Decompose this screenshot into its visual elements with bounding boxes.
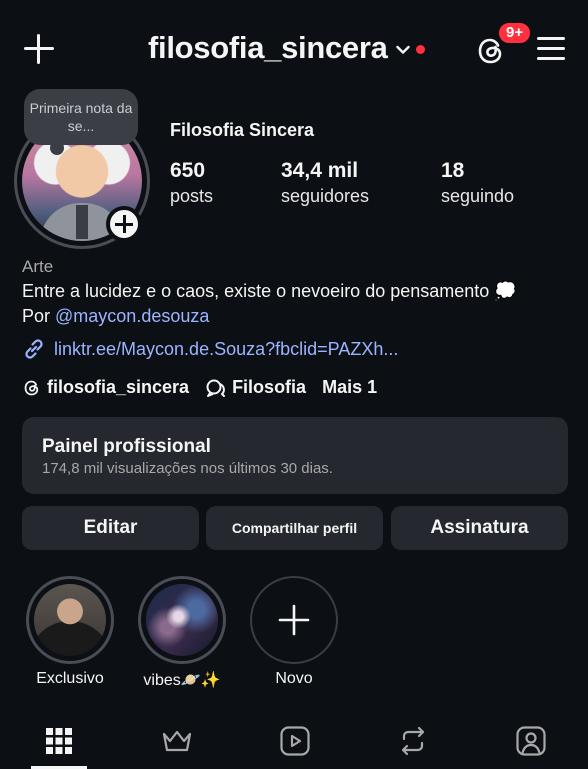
channel-chip-label: Filosofia (232, 377, 307, 397)
highlight-cover-vibes (146, 584, 218, 656)
highlight-label: Exclusivo (36, 670, 104, 687)
note-bubble[interactable]: Primeira nota da se... (24, 89, 138, 155)
plus-icon (278, 604, 310, 636)
stat-value: 18 (441, 159, 465, 182)
panel-subtitle: 174,8 mil visualizações nos últimos 30 d… (42, 460, 333, 477)
new-highlight-ring (250, 576, 338, 664)
link-icon (25, 339, 43, 359)
bio-link[interactable]: linktr.ee/Maycon.de.Souza?fbclid=PAZXh..… (22, 337, 398, 361)
threads-chip-label: filosofia_sincera (47, 377, 190, 397)
bio-prefix: Por (22, 306, 56, 326)
stat-followers[interactable]: 34,4 mil seguidores (281, 158, 369, 208)
highlight-new[interactable]: Novo (249, 576, 339, 688)
add-story-plus-icon[interactable] (106, 206, 142, 242)
threads-small-icon (24, 380, 39, 395)
bio-text: Entre a lucidez e o caos, existe o nevoe… (22, 281, 517, 301)
stat-label: seguindo (441, 186, 515, 206)
stat-value: 34,4 mil (281, 159, 359, 182)
stat-posts[interactable]: 650 posts (170, 158, 213, 208)
profile-chips: filosofia_sincera Filosofia Mais 1 (22, 377, 393, 398)
account-switcher[interactable]: filosofia_sincera (148, 30, 425, 66)
stat-value: 650 (170, 159, 206, 182)
bio-credit: Por @maycon.desouza (22, 306, 209, 327)
highlight-label: Novo (275, 670, 313, 687)
highlight-label: vibes🪐✨ (143, 672, 221, 689)
menu-icon[interactable] (537, 37, 565, 61)
stat-following[interactable]: 18 seguindo (441, 158, 514, 208)
highlight-item[interactable]: Exclusivo (25, 576, 115, 688)
edit-profile-button[interactable]: Editar (22, 506, 199, 550)
threads-chip[interactable]: filosofia_sincera (22, 377, 189, 398)
display-name: Filosofia Sincera (170, 120, 315, 140)
unread-dot (415, 44, 425, 54)
highlight-item[interactable]: vibes🪐✨ (137, 576, 227, 690)
username[interactable]: filosofia_sincera (148, 30, 388, 66)
crown-icon[interactable] (160, 724, 194, 758)
share-profile-button[interactable]: Compartilhar perfil (206, 506, 383, 550)
bio-mention-link[interactable]: @maycon.desouza (55, 306, 209, 326)
subscription-button[interactable]: Assinatura (391, 506, 568, 550)
highlight-cover-exclusivo (34, 584, 106, 656)
tagged-icon[interactable] (514, 724, 548, 758)
notification-badge[interactable]: 9+ (497, 21, 533, 45)
stat-label: seguidores (281, 186, 370, 206)
reels-icon[interactable] (278, 724, 312, 758)
top-bar: filosofia_sincera 9+ (0, 0, 588, 100)
chevron-down-icon[interactable] (395, 45, 410, 55)
channel-chip[interactable]: Filosofia (205, 377, 306, 398)
more-chip[interactable]: Mais 1 (322, 377, 377, 398)
profile-tabs (0, 714, 588, 769)
professional-dashboard[interactable]: Painel profissional 174,8 mil visualizaç… (22, 417, 568, 494)
grid-icon[interactable] (42, 724, 76, 758)
avatar-tie-shape (76, 205, 88, 239)
panel-title: Painel profissional (42, 436, 211, 457)
more-chip-label: Mais 1 (322, 377, 378, 397)
create-plus-icon[interactable] (22, 32, 56, 66)
bio-link-text[interactable]: linktr.ee/Maycon.de.Souza?fbclid=PAZXh..… (54, 339, 398, 360)
highlight-ring (138, 576, 226, 664)
channel-chat-icon (206, 379, 226, 397)
reposts-icon[interactable] (396, 724, 430, 758)
profile-category: Arte (22, 257, 54, 276)
highlight-ring (26, 576, 114, 664)
stat-label: posts (170, 186, 214, 206)
